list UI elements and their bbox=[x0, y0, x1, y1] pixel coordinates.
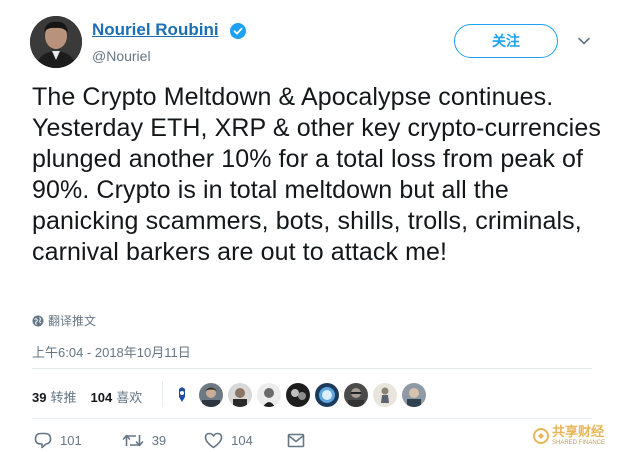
liker-avatar[interactable] bbox=[199, 383, 223, 407]
liker-avatar[interactable] bbox=[228, 383, 252, 407]
liker-avatar[interactable] bbox=[373, 383, 397, 407]
direct-message-button[interactable] bbox=[287, 433, 313, 448]
likes-label: 喜欢 bbox=[116, 390, 143, 405]
liker-avatar[interactable] bbox=[402, 383, 426, 407]
like-count: 104 bbox=[231, 433, 253, 448]
retweets-label: 转推 bbox=[50, 390, 77, 405]
reply-icon bbox=[34, 432, 52, 449]
divider bbox=[32, 418, 592, 419]
tweet-timestamp[interactable]: 上午6:04 - 2018年10月11日 bbox=[32, 342, 191, 361]
author-photo bbox=[30, 16, 82, 68]
reply-count: 101 bbox=[60, 433, 82, 448]
liker-avatar[interactable] bbox=[286, 383, 310, 407]
translate-label: 翻译推文 bbox=[48, 314, 97, 328]
translate-tweet-link[interactable]: 翻译推文 bbox=[32, 312, 96, 329]
like-button[interactable]: 104 bbox=[204, 432, 253, 449]
tweet-actions: 101 39 104 bbox=[34, 432, 313, 449]
divider bbox=[32, 368, 592, 369]
shared-finance-watermark: 共享财经 SHARED FINANCE bbox=[533, 425, 605, 446]
globe-icon bbox=[32, 315, 44, 326]
likes-count: 104 bbox=[90, 390, 113, 405]
author-handle[interactable]: @Nouriel bbox=[92, 48, 151, 64]
reply-button[interactable]: 101 bbox=[34, 432, 82, 449]
watermark-logo-icon bbox=[533, 427, 549, 444]
divider bbox=[162, 381, 163, 407]
follow-button[interactable]: 关注 bbox=[454, 24, 558, 58]
retweet-count: 39 bbox=[151, 433, 167, 448]
verified-icon bbox=[230, 23, 246, 39]
retweet-button[interactable]: 39 bbox=[122, 432, 166, 449]
author-name[interactable]: Nouriel Roubini bbox=[92, 20, 219, 40]
liker-avatar[interactable] bbox=[315, 383, 339, 407]
tweet-text: The Crypto Meltdown & Apocalypse continu… bbox=[32, 83, 601, 266]
retweet-icon bbox=[122, 434, 144, 447]
author-avatar[interactable] bbox=[30, 16, 82, 68]
liker-avatar[interactable] bbox=[344, 383, 368, 407]
likes-stat[interactable]: 104 喜欢 bbox=[90, 387, 142, 406]
watermark-main-text: 共享财经 bbox=[552, 424, 605, 439]
tweet-stats: 39 转推 104 喜欢 bbox=[32, 387, 142, 406]
retweets-count: 39 bbox=[32, 390, 47, 405]
message-icon bbox=[287, 433, 305, 448]
watermark-sub-text: SHARED FINANCE bbox=[552, 440, 606, 446]
retweets-stat[interactable]: 39 转推 bbox=[32, 387, 76, 406]
chevron-down-icon[interactable] bbox=[577, 34, 591, 48]
liker-avatar[interactable] bbox=[257, 383, 281, 407]
liker-avatar[interactable] bbox=[170, 383, 194, 407]
heart-icon bbox=[204, 432, 223, 449]
likers-avatars bbox=[170, 383, 431, 407]
